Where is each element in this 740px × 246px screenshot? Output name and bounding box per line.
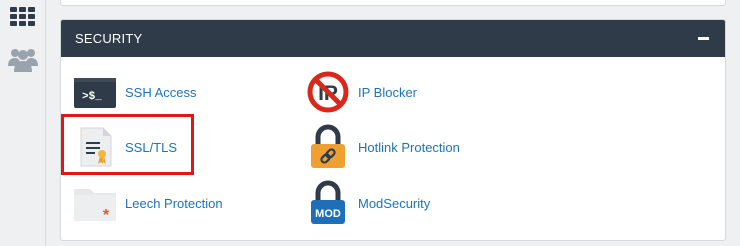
ssh-access-label: SSH Access: [125, 84, 197, 100]
leech-protection-link[interactable]: * Leech Protection: [72, 182, 223, 224]
folder-asterisk-icon: *: [72, 182, 118, 224]
svg-text:*: *: [103, 207, 110, 223]
modsecurity-label: ModSecurity: [358, 195, 431, 211]
terminal-prompt: >$_: [82, 91, 102, 103]
users-group-icon: [8, 49, 38, 72]
side-nav: [0, 0, 46, 246]
previous-panel-edge: [60, 0, 726, 6]
apps-grid-icon: [10, 7, 36, 27]
leech-protection-label: Leech Protection: [125, 195, 223, 211]
ip-blocker-icon: IP: [305, 71, 351, 113]
ssl-tls-label: SSL/TLS: [125, 139, 178, 155]
ssh-access-link[interactable]: >$_ SSH Access: [72, 71, 197, 113]
ssl-tls-link[interactable]: SSL/TLS: [72, 126, 177, 168]
modsecurity-link[interactable]: MOD ModSecurity: [305, 180, 431, 224]
terminal-icon: >$_: [72, 71, 118, 113]
ip-blocker-label: IP Blocker: [358, 84, 418, 100]
ip-blocker-link[interactable]: IP IP Blocker: [305, 71, 417, 113]
mod-text: MOD: [315, 208, 341, 220]
panel-title: SECURITY: [75, 31, 143, 46]
panel-header[interactable]: SECURITY: [61, 20, 725, 57]
padlock-link-icon: [305, 124, 351, 168]
certificate-icon: [72, 126, 118, 168]
hotlink-protection-label: Hotlink Protection: [358, 139, 460, 155]
hotlink-protection-link[interactable]: Hotlink Protection: [305, 124, 460, 168]
collapse-button[interactable]: [696, 32, 710, 46]
padlock-mod-icon: MOD: [305, 180, 351, 224]
minus-icon: [697, 37, 709, 40]
users-button[interactable]: [6, 43, 40, 75]
apps-grid-button[interactable]: [6, 1, 40, 33]
